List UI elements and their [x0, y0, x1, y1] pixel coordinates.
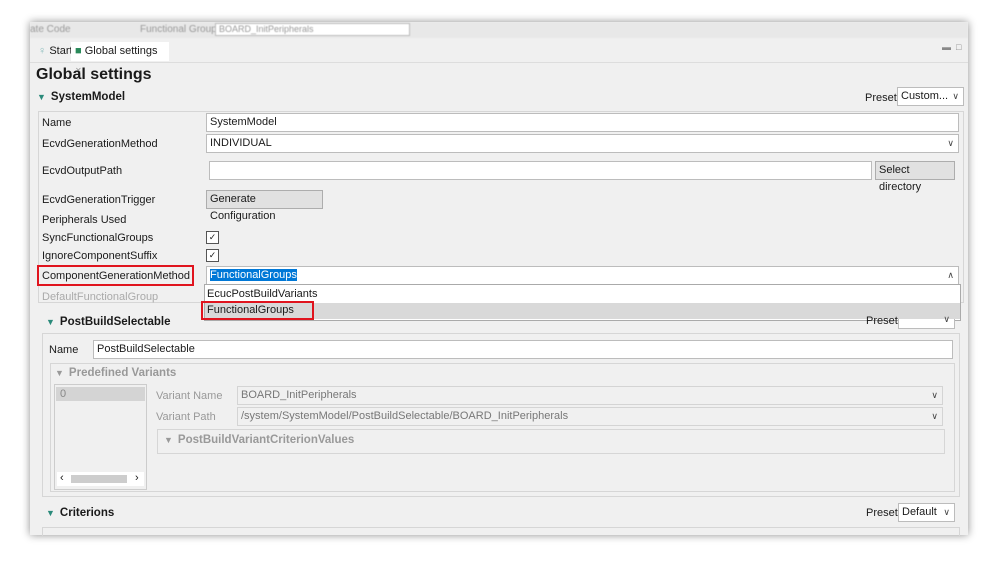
chevron-down-icon: ∨: [952, 91, 959, 101]
peripherals-used-label: Peripherals Used: [42, 214, 127, 226]
chevron-down-icon: ∨: [943, 314, 950, 324]
comp-gen-value: FunctionalGroups: [210, 269, 297, 281]
ecvd-method-select[interactable]: INDIVIDUAL ∨: [206, 134, 959, 153]
variant-list[interactable]: 0 ‹ ›: [54, 384, 147, 490]
variant-name-label: Variant Name: [156, 390, 223, 402]
chevron-down-icon: ▼: [55, 368, 64, 378]
section-title: Criterions: [59, 507, 115, 519]
section-title: PostBuildVariantCriterionValues: [177, 434, 355, 446]
chevron-down-icon: ∨: [947, 138, 954, 148]
chevron-up-icon: ∧: [947, 270, 954, 280]
chevron-down-icon: ∨: [931, 390, 938, 400]
highlight-box: [201, 301, 314, 320]
section-criterion-values[interactable]: ▼ PostBuildVariantCriterionValues: [164, 434, 354, 446]
select-directory-button[interactable]: Select directory: [875, 161, 955, 193]
predefined-variants-box: [50, 363, 955, 492]
postbuild-name-input[interactable]: PostBuildSelectable: [93, 340, 953, 359]
list-item[interactable]: 0: [56, 387, 145, 401]
variant-path-value: /system/SystemModel/PostBuildSelectable/…: [241, 410, 569, 422]
section-systemmodel[interactable]: ▼ SystemModel: [37, 91, 125, 103]
lightbulb-icon: ♀: [38, 45, 47, 57]
tab-label: Start: [49, 45, 73, 57]
preset-select[interactable]: ∨: [898, 314, 955, 329]
scrollbar-thumb[interactable]: [71, 475, 127, 483]
section-criterions[interactable]: ▼ Criterions: [46, 507, 114, 519]
chevron-down-icon: ▼: [46, 317, 55, 327]
ecvd-trigger-label: EcvdGenerationTrigger: [42, 194, 156, 206]
preset-value: Default: [902, 506, 937, 518]
preset-label: Preset: [866, 315, 898, 327]
section-predefined-variants[interactable]: ▼ Predefined Variants: [55, 367, 176, 379]
name-label: Name: [42, 117, 72, 129]
section-title: PostBuildSelectable: [59, 316, 171, 328]
puzzle-icon: ■: [75, 45, 82, 57]
ecvd-method-value: INDIVIDUAL: [210, 137, 272, 149]
criterions-form: [42, 527, 960, 536]
dropdown-option-selected[interactable]: FunctionalGroups: [205, 303, 960, 319]
tab-bar: ♀ Start ■ Global settings ✕ ▬ □: [30, 40, 968, 75]
ecvd-output-label: EcvdOutputPath: [42, 165, 123, 177]
functional-group-select[interactable]: BOARD_InitPeripherals: [215, 23, 410, 36]
comp-gen-label: ComponentGenerationMethod: [42, 270, 190, 282]
toolbar-label: ate Code: [30, 24, 71, 35]
ecvd-output-input[interactable]: [209, 161, 872, 180]
minimize-icon[interactable]: ▬: [942, 42, 951, 52]
tab-label: Global settings: [84, 45, 158, 57]
chevron-down-icon: ∨: [943, 507, 950, 517]
page-title: Global settings: [36, 66, 152, 83]
section-postbuildselectable[interactable]: ▼ PostBuildSelectable: [46, 316, 170, 328]
section-title: Predefined Variants: [68, 367, 177, 379]
sync-fg-checkbox[interactable]: ✓: [206, 231, 219, 244]
variant-name-select[interactable]: BOARD_InitPeripherals ∨: [237, 386, 943, 405]
toolbar: ate Code Functional Group BOARD_InitPeri…: [30, 22, 968, 38]
maximize-icon[interactable]: □: [956, 42, 961, 52]
chevron-down-icon: ∨: [931, 411, 938, 421]
variant-name-value: BOARD_InitPeripherals: [241, 389, 357, 401]
chevron-right-icon[interactable]: ›: [135, 472, 139, 484]
preset-value: Custom...: [901, 90, 949, 102]
chevron-left-icon[interactable]: ‹: [60, 472, 64, 484]
variant-path-label: Variant Path: [156, 411, 216, 423]
variant-path-select[interactable]: /system/SystemModel/PostBuildSelectable/…: [237, 407, 943, 426]
name-label: Name: [49, 344, 79, 356]
horizontal-scrollbar[interactable]: ‹ ›: [57, 472, 144, 486]
chevron-down-icon: ▼: [164, 435, 173, 445]
comp-gen-select[interactable]: FunctionalGroups ∧: [206, 266, 959, 285]
chevron-down-icon: ▼: [37, 92, 46, 102]
functional-group-label: Functional Group: [140, 24, 217, 35]
name-input[interactable]: SystemModel: [206, 113, 959, 132]
generate-configuration-button[interactable]: Generate Configuration: [206, 190, 323, 222]
dropdown-option[interactable]: EcucPostBuildVariants: [207, 287, 958, 301]
section-title: SystemModel: [50, 91, 126, 103]
comp-gen-dropdown: EcucPostBuildVariants FunctionalGroups: [204, 284, 961, 321]
ecvd-method-label: EcvdGenerationMethod: [42, 138, 158, 150]
preset-select[interactable]: Custom... ∨: [897, 87, 964, 106]
chevron-down-icon: ▼: [46, 508, 55, 518]
ignore-suffix-checkbox[interactable]: ✓: [206, 249, 219, 262]
preset-label: Preset: [865, 92, 897, 104]
preset-select[interactable]: Default ∨: [898, 503, 955, 522]
preset-label: Preset: [866, 507, 898, 519]
sync-fg-label: SyncFunctionalGroups: [42, 232, 154, 244]
tab-global-settings[interactable]: ■ Global settings ✕: [71, 42, 169, 75]
ignore-suffix-label: IgnoreComponentSuffix: [42, 250, 158, 262]
default-fg-label: DefaultFunctionalGroup: [42, 291, 159, 303]
